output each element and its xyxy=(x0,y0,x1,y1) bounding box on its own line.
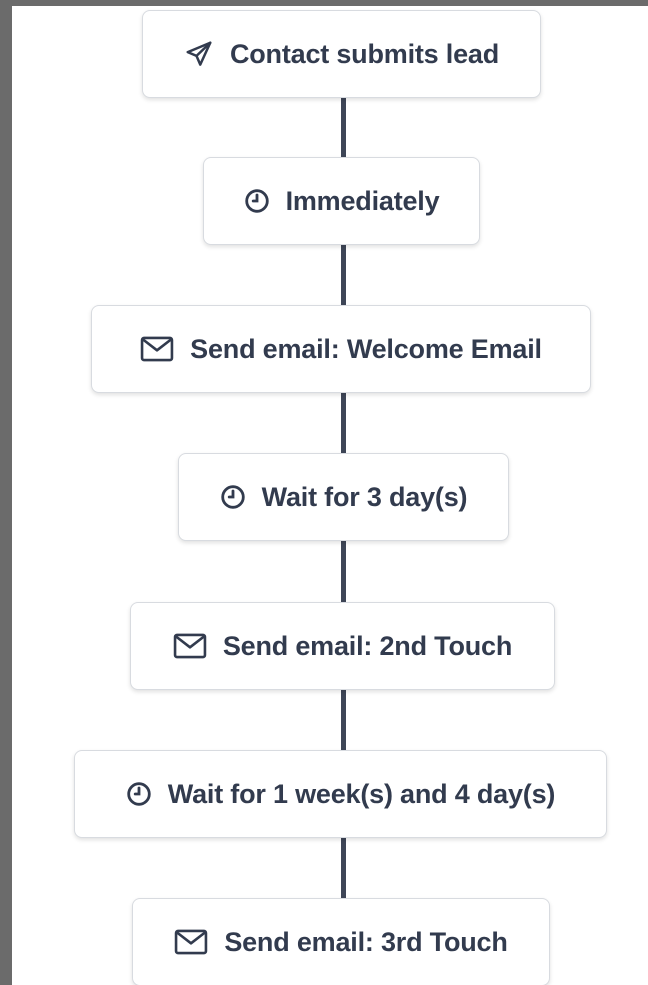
workflow-step-label: Send email: Welcome Email xyxy=(190,333,542,364)
clock-icon xyxy=(220,484,246,510)
workflow-step-label: Wait for 1 week(s) and 4 day(s) xyxy=(167,778,556,809)
connector-line xyxy=(341,98,346,157)
workflow-step-label: Contact submits lead xyxy=(229,38,500,69)
connector-line xyxy=(341,245,346,305)
clock-icon xyxy=(126,781,152,807)
connector-line xyxy=(341,690,346,750)
envelope-icon xyxy=(173,633,207,659)
workflow-step-label: Send email: 3rd Touch xyxy=(224,926,508,957)
workflow-step-delay[interactable]: Wait for 3 day(s) xyxy=(178,453,509,541)
workflow-step-trigger[interactable]: Contact submits lead xyxy=(142,10,541,98)
clock-icon xyxy=(244,188,270,214)
envelope-icon xyxy=(174,929,208,955)
workflow-step-email[interactable]: Send email: 2nd Touch xyxy=(130,602,555,690)
workflow-step-label: Immediately xyxy=(285,185,440,216)
workflow-step-delay[interactable]: Wait for 1 week(s) and 4 day(s) xyxy=(74,750,607,838)
connector-line xyxy=(341,393,346,453)
workflow-step-label: Send email: 2nd Touch xyxy=(222,630,513,661)
workflow-step-delay[interactable]: Immediately xyxy=(203,157,480,245)
workflow-step-label: Wait for 3 day(s) xyxy=(261,481,468,512)
workflow-step-email[interactable]: Send email: 3rd Touch xyxy=(132,898,550,985)
workflow-step-email[interactable]: Send email: Welcome Email xyxy=(91,305,591,393)
paper-plane-icon xyxy=(184,39,214,69)
connector-line xyxy=(341,541,346,602)
envelope-icon xyxy=(140,336,174,362)
connector-line xyxy=(341,838,346,898)
workflow-canvas: Contact submits lead Immediately Send em… xyxy=(12,6,648,985)
